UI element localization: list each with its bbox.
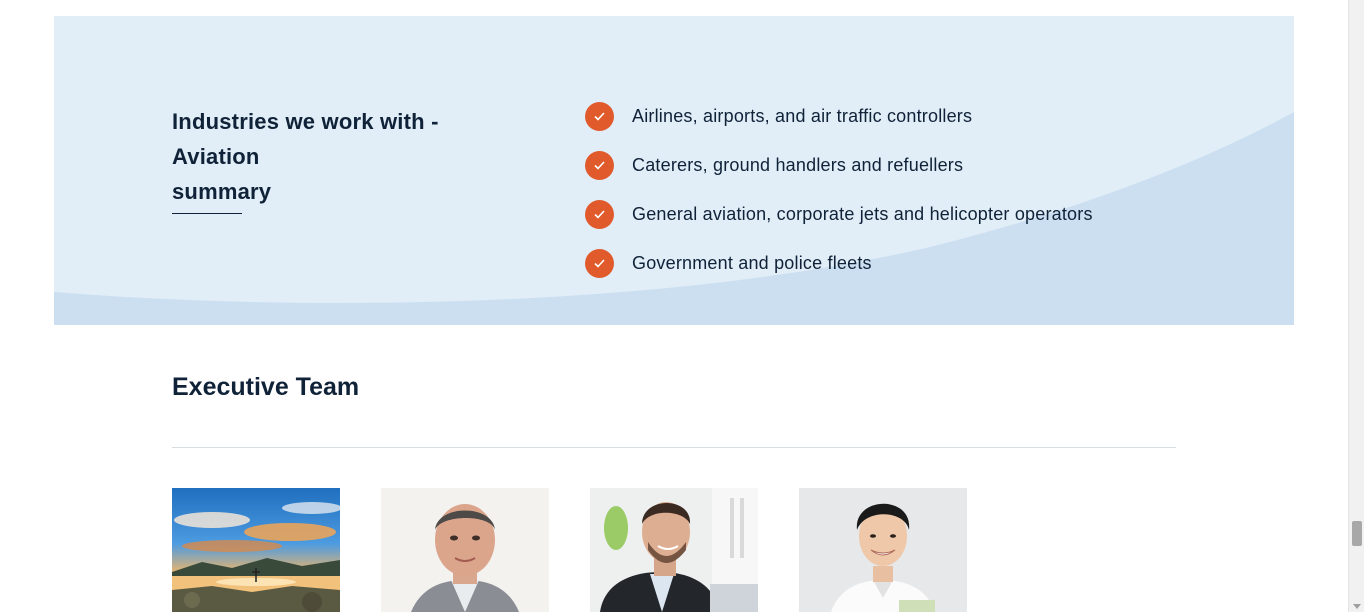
smiling-man-photo[interactable]: [799, 488, 967, 612]
industries-title-line-3: summary: [172, 179, 272, 205]
check-icon: [585, 102, 614, 131]
vertical-scrollbar[interactable]: [1348, 0, 1364, 612]
industries-title: Industries we work with - Aviation summa…: [172, 104, 472, 209]
industry-label: Government and police fleets: [632, 253, 872, 273]
industry-label: Airlines, airports, and air traffic cont…: [632, 106, 973, 126]
check-icon: [585, 249, 614, 278]
industries-list: Airlines, airports, and air traffic cont…: [585, 92, 1093, 288]
scroll-down-arrow-icon[interactable]: [1353, 604, 1361, 609]
industries-list-item: General aviation, corporate jets and hel…: [585, 190, 1093, 239]
executive-team-grid: [172, 488, 967, 612]
landscape-photo[interactable]: [172, 488, 340, 612]
industry-label: General aviation, corporate jets and hel…: [632, 204, 1093, 224]
section-divider: [172, 447, 1176, 448]
industries-section: Industries we work with - Aviation summa…: [54, 16, 1294, 325]
check-icon: [585, 151, 614, 180]
industries-list-item: Government and police fleets: [585, 239, 1093, 288]
scrollbar-thumb[interactable]: [1352, 521, 1362, 546]
industries-title-line-1: Industries we work with -: [172, 109, 439, 135]
page: Industries we work with - Aviation summa…: [0, 0, 1348, 612]
man-portrait-photo[interactable]: [381, 488, 549, 612]
businessman-laptop-photo[interactable]: [590, 488, 758, 612]
industries-title-line-2: Aviation: [172, 144, 260, 170]
industries-list-item: Caterers, ground handlers and refuellers: [585, 141, 1093, 190]
industry-label: Caterers, ground handlers and refuellers: [632, 155, 964, 175]
title-underline: [172, 213, 242, 214]
executive-team-title: Executive Team: [172, 373, 360, 401]
check-icon: [585, 200, 614, 229]
industries-list-item: Airlines, airports, and air traffic cont…: [585, 92, 1093, 141]
